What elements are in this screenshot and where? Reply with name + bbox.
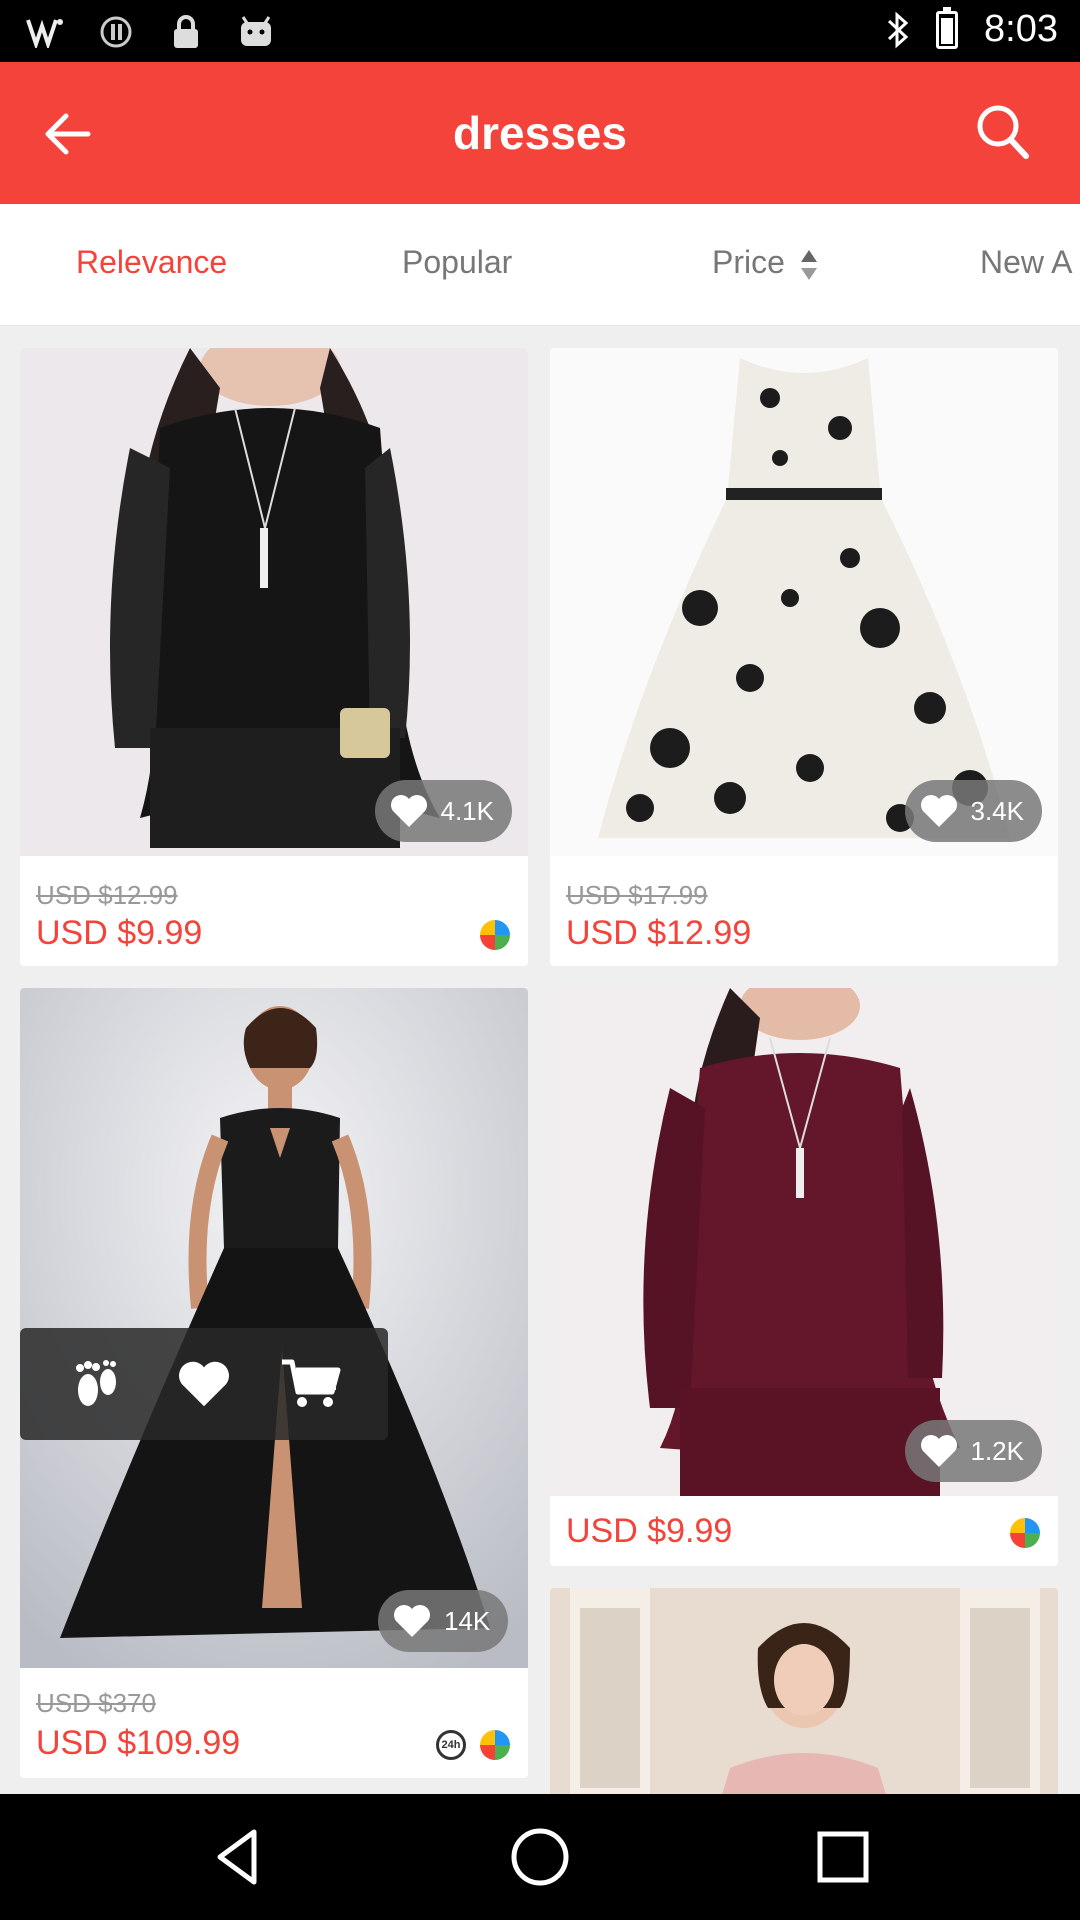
original-price: USD $17.99 [566,880,708,910]
product-card-floral-white-dress[interactable]: 3.4K USD $17.99 USD $12.99 [550,348,1058,966]
heart-icon [920,1435,957,1467]
blocked-icon [96,12,136,52]
product-card-black-lace-dress[interactable]: 4.1K USD $12.99 USD $9.99 [20,348,528,966]
tab-price[interactable]: Price [712,244,819,282]
likes-count: 1.2K [970,1435,1025,1466]
likes-badge[interactable]: 1.2K [904,1420,1042,1482]
sort-arrows-icon [799,248,819,282]
clock-time: 8:03 [984,8,1058,50]
lock-icon [166,12,206,52]
status-bar: 8:03 [0,0,1080,62]
original-price: USD $12.99 [36,880,178,910]
heart-icon [920,795,957,827]
likes-count: 14K [444,1605,491,1636]
color-options-icon [480,920,510,950]
heart-icon [394,1605,430,1637]
likes-count: 4.1K [440,795,495,826]
home-circle-icon[interactable] [507,1824,573,1890]
product-grid: 4.1K USD $12.99 USD $9.99 3.4K USD $17.9… [0,326,1080,1794]
floating-action-bar [20,1328,388,1440]
search-icon[interactable] [972,100,1032,164]
cart-icon[interactable] [277,1349,347,1419]
page-title: dresses [453,107,627,159]
app-bar: dresses [0,62,1080,204]
tab-price-label: Price [712,244,785,280]
heart-icon [390,795,427,827]
color-options-icon [1010,1518,1040,1548]
tab-popular[interactable]: Popular [402,244,512,281]
likes-count: 3.4K [970,795,1025,826]
back-triangle-icon[interactable] [206,1824,272,1890]
android-icon [236,12,276,52]
product-image[interactable] [550,1588,1058,1794]
recents-square-icon[interactable] [810,1824,876,1890]
sale-price: USD $109.99 [36,1724,241,1762]
battery-icon [936,6,959,49]
likes-badge[interactable]: 14K [378,1590,509,1652]
original-price: USD $370 [36,1688,156,1718]
product-card-pink-lace-dress[interactable] [550,1588,1058,1794]
likes-badge[interactable]: 4.1K [374,780,512,842]
sale-price: USD $12.99 [566,914,752,952]
sale-price: USD $9.99 [566,1512,733,1550]
sale-price: USD $9.99 [36,914,203,952]
footprints-icon[interactable] [61,1349,131,1419]
tab-new-arrivals[interactable]: New A [980,244,1072,281]
wifi-icon [26,12,66,52]
likes-badge[interactable]: 3.4K [904,780,1042,842]
product-card-burgundy-lace-dress[interactable]: 1.2K USD $9.99 [550,988,1058,1566]
system-nav-bar [0,1794,1080,1920]
color-options-icon [480,1730,510,1760]
sort-tabs: Relevance Popular Price New A [0,204,1080,326]
tab-relevance[interactable]: Relevance [76,244,227,281]
heart-icon[interactable] [169,1349,239,1419]
bluetooth-icon [888,11,909,48]
24h-shipping-icon: 24h [436,1730,466,1760]
